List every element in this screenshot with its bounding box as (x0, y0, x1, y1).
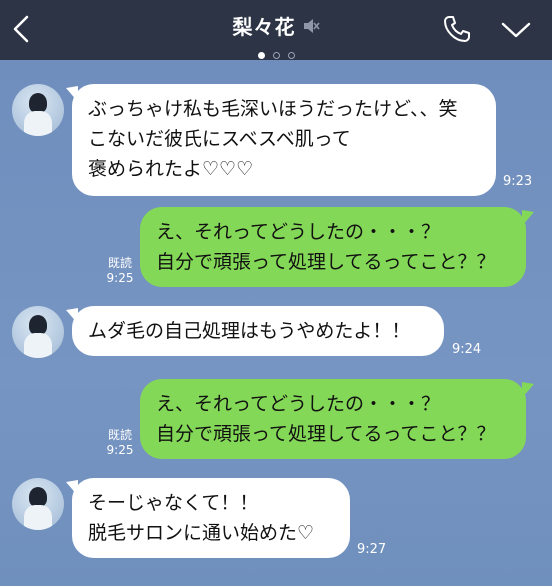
message-bubble-incoming: ムダ毛の自己処理はもうやめたよ！！ (72, 306, 444, 356)
message-list[interactable]: ぶっちゃけ私も毛深いほうだったけど、、笑 こないだ彼氏にスベスベ肌って 褒められ… (0, 60, 552, 586)
page-dot-active (257, 52, 265, 59)
message-time: 9:25 (106, 443, 134, 457)
bubble-tail (522, 382, 534, 398)
read-label: 既読 (107, 428, 132, 442)
chevron-down-icon[interactable] (500, 20, 532, 40)
chat-header: 梨々花 (0, 0, 552, 60)
bubble-tail (522, 210, 534, 226)
avatar[interactable] (12, 306, 64, 358)
page-dot (287, 52, 295, 59)
message-bubble-incoming: そーじゃなくて！！ 脱毛サロンに通い始めた♡ (72, 478, 350, 558)
mute-speaker-icon (303, 18, 320, 33)
phone-icon[interactable] (442, 14, 472, 44)
message-bubble-incoming: ぶっちゃけ私も毛深いほうだったけど、、笑 こないだ彼氏にスベスベ肌って 褒められ… (72, 84, 496, 196)
message-time: 9:23 (503, 174, 533, 189)
avatar[interactable] (12, 84, 64, 136)
message-bubble-outgoing: え、それってどうしたの・・・？ 自分で頑張って処理してるってこと？？ (140, 379, 526, 459)
read-receipt: 既読 9:25 (103, 256, 137, 286)
message-time: 9:24 (452, 342, 482, 357)
read-receipt: 既読 9:25 (103, 428, 137, 458)
read-label: 既読 (107, 256, 132, 270)
contact-name: 梨々花 (232, 15, 296, 39)
message-bubble-outgoing: え、それってどうしたの・・・？ 自分で頑張って処理してるってこと？？ (140, 207, 526, 287)
message-time: 9:25 (106, 271, 134, 285)
avatar[interactable] (12, 478, 64, 530)
message-time: 9:27 (357, 542, 387, 557)
page-dot (272, 52, 280, 59)
